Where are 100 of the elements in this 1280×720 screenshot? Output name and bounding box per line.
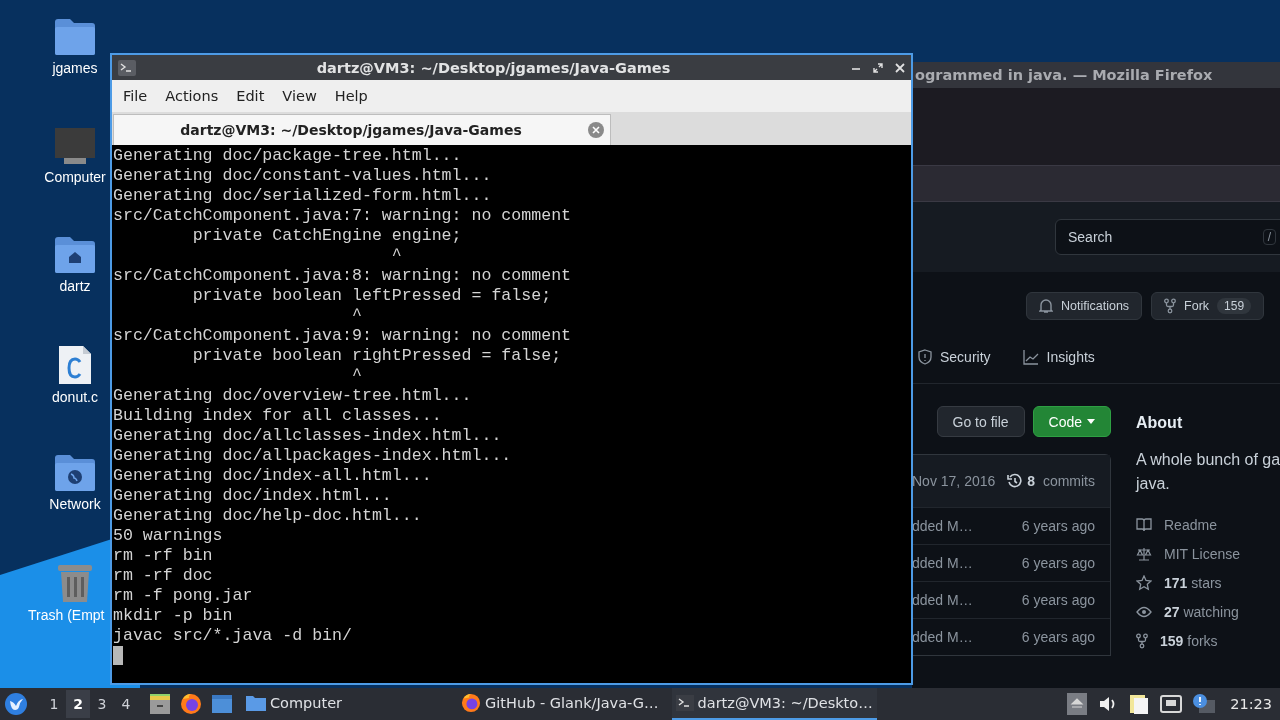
terminal-line: rm -rf doc	[113, 566, 214, 586]
terminal-line: Generating doc/index-all.html...	[113, 466, 433, 486]
workspace-button[interactable]: 2	[66, 690, 90, 718]
terminal-line: ^	[351, 366, 363, 386]
about-link[interactable]: 159 forks	[1136, 626, 1280, 655]
terminal-line: ^	[351, 306, 363, 326]
workspace-button[interactable]: 3	[90, 690, 114, 718]
repo-tab[interactable]: Insights	[1022, 343, 1095, 383]
terminal-line: private boolean leftPressed = false;	[191, 286, 553, 306]
menu-item[interactable]: Help	[325, 88, 377, 104]
close-tab-icon[interactable]	[588, 122, 604, 138]
about-description: A whole bunch of ga	[1136, 450, 1280, 470]
terminal-line: src/CatchComponent.java:9: warning: no comment	[113, 326, 573, 346]
commit-age: 6 years ago	[1021, 518, 1095, 534]
about-link[interactable]: 171 stars	[1136, 568, 1280, 597]
commit-age: 6 years ago	[1021, 555, 1095, 571]
commits-link[interactable]: 8 commits	[1007, 473, 1095, 489]
desktop-icon-label[interactable]: Computer	[44, 169, 106, 185]
taskbar-task[interactable]: Computer	[242, 688, 347, 720]
caret-icon	[1087, 419, 1095, 424]
c-file-icon[interactable]	[58, 345, 92, 385]
home-folder-icon[interactable]	[54, 236, 96, 274]
terminal-line: src/CatchComponent.java:7: warning: no comment	[113, 206, 573, 226]
menu-item[interactable]: View	[273, 88, 326, 104]
clock: 21:23	[1230, 696, 1272, 712]
about-link[interactable]: MIT License	[1136, 539, 1280, 568]
desktop-icon-label[interactable]: donut.c	[52, 389, 98, 405]
menu-item[interactable]: Actions	[156, 88, 228, 104]
terminal-line: mkdir -p bin	[113, 606, 234, 626]
taskbar-task[interactable]: GitHub - Glank/Java-G…	[457, 688, 663, 720]
scale-icon	[1136, 546, 1152, 561]
terminal-line: Generating doc/serialized-form.html...	[113, 186, 493, 206]
terminal-line: ^	[390, 246, 403, 266]
terminal-tab[interactable]: dartz@VM3: ~/Desktop/jgames/Java-Games	[113, 114, 611, 145]
firefox-icon[interactable]	[180, 693, 202, 715]
terminal-icon	[675, 695, 694, 711]
code-button[interactable]: Code	[1032, 406, 1111, 437]
repo-tab[interactable]: Security	[918, 343, 991, 383]
window-title: dartz@VM3: ~/Desktop/jgames/Java-Games	[315, 59, 672, 76]
shield-icon	[918, 349, 932, 365]
window-icon[interactable]	[211, 694, 233, 714]
file-cabinet-icon[interactable]	[149, 693, 171, 715]
desktop-icon-label[interactable]: jgames	[52, 60, 98, 76]
eye-icon	[1136, 605, 1152, 618]
fork-icon	[1136, 632, 1148, 649]
commit-age: 6 years ago	[1021, 629, 1095, 645]
go-to-file-button[interactable]: Go to file	[936, 406, 1025, 437]
history-icon	[1007, 473, 1024, 489]
terminal-line: private CatchEngine engine;	[191, 226, 463, 246]
about-heading: About	[1136, 414, 1184, 432]
terminal-line: 50 warnings	[113, 526, 224, 546]
monitor-icon[interactable]	[54, 127, 96, 165]
terminal-line: Building index for all classes...	[113, 406, 443, 426]
workspace-button[interactable]: 4	[114, 690, 138, 718]
menu-item[interactable]: File	[114, 88, 157, 104]
about-link[interactable]: Readme	[1136, 510, 1280, 539]
about-link[interactable]: 27 watching	[1136, 597, 1280, 626]
workspace-button[interactable]: 1	[42, 690, 66, 718]
network-folder-icon[interactable]	[54, 454, 96, 492]
folder-icon	[246, 695, 266, 711]
commit-date: Nov 17, 2016	[912, 473, 996, 489]
shortcut-key: /	[1262, 229, 1276, 245]
fork-icon	[1164, 298, 1177, 314]
text-cursor	[113, 646, 123, 665]
network-icon[interactable]	[1160, 695, 1183, 713]
search-field[interactable]: Search /	[1055, 219, 1280, 255]
terminal-line: Generating doc/help-doc.html...	[113, 506, 423, 526]
notification-icon[interactable]	[1193, 694, 1216, 714]
bell-icon	[1039, 298, 1053, 314]
terminal-icon	[118, 59, 136, 76]
terminal-line: Generating doc/allpackages-index.html...	[113, 446, 513, 466]
terminal-line: src/CatchComponent.java:8: warning: no comment	[113, 266, 573, 286]
count-badge: 159	[1217, 298, 1252, 314]
folder-icon[interactable]	[54, 18, 96, 56]
terminal-line: rm -rf bin	[113, 546, 214, 566]
graph-icon	[1022, 349, 1039, 365]
notifications-button[interactable]: Notifications	[1026, 292, 1143, 320]
commit-message[interactable]: dded M…	[912, 592, 973, 608]
terminal-line: Generating doc/overview-tree.html...	[113, 386, 473, 406]
terminal-line: Generating doc/package-tree.html...	[113, 146, 463, 166]
taskbar-task[interactable]: dartz@VM3: ~/Deskto…	[671, 688, 877, 720]
desktop-icon-label[interactable]: dartz	[59, 278, 91, 294]
terminal-line: javac src/*.java -d bin/	[113, 626, 353, 646]
commit-message[interactable]: dded M…	[912, 518, 973, 534]
firefox-icon	[461, 693, 482, 713]
maximize-icon[interactable]	[873, 62, 883, 73]
terminal-line: Generating doc/allclasses-index.html...	[113, 426, 503, 446]
commit-message[interactable]: dded M…	[912, 629, 973, 645]
close-icon[interactable]	[895, 62, 905, 73]
commit-age: 6 years ago	[1021, 592, 1095, 608]
eject-icon[interactable]	[1067, 693, 1088, 715]
terminal-line: Generating doc/index.html...	[113, 486, 393, 506]
fork-button[interactable]: Fork 159	[1151, 292, 1265, 320]
terminal-line: private boolean rightPressed = false;	[191, 346, 563, 366]
commit-message[interactable]: dded M…	[912, 555, 973, 571]
desktop-icon-label[interactable]: Network	[49, 496, 101, 512]
star-icon	[1136, 574, 1152, 591]
clipboard-icon[interactable]	[1129, 693, 1150, 715]
menu-item[interactable]: Edit	[227, 88, 274, 104]
terminal-line: rm -f pong.jar	[113, 586, 254, 606]
